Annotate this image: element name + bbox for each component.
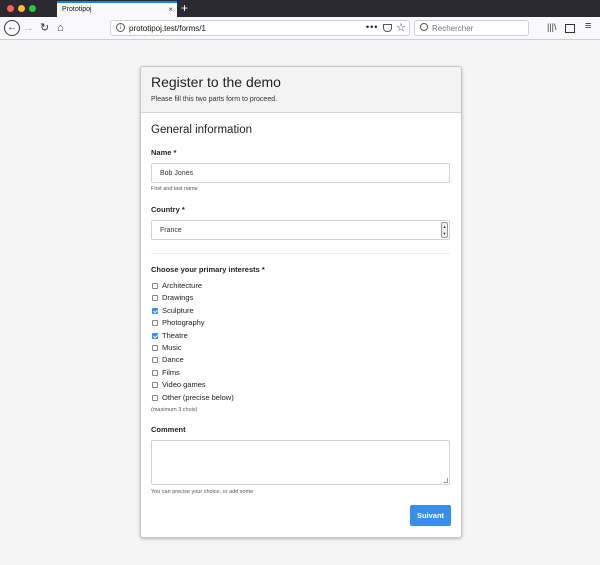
interests-label: Choose your primary interests * [151, 265, 265, 274]
interest-checkbox[interactable] [152, 283, 158, 289]
country-label: Country * [151, 205, 185, 214]
interest-checkbox[interactable] [152, 320, 158, 327]
interests-help: (maximum 3 choix) [151, 407, 198, 413]
back-icon[interactable]: ← [4, 20, 20, 36]
section-title: General information [151, 124, 252, 136]
interest-checkbox[interactable] [152, 394, 158, 401]
interest-checkbox[interactable] [152, 369, 158, 376]
browser-tab[interactable]: Prototipoj × [57, 1, 177, 17]
interest-checkbox[interactable] [152, 345, 158, 351]
interest-option-label[interactable]: Video games [162, 380, 206, 389]
chevron-updown-icon: ▲ ▼ [441, 222, 448, 238]
browser-navbar: ← → ↻ ⌂ i prototipoj.test/forms/1 ••• ☆ … [0, 17, 600, 40]
comment-textarea[interactable] [151, 440, 450, 485]
close-window-button[interactable] [7, 5, 14, 12]
search-icon [420, 23, 428, 31]
url-text[interactable]: prototipoj.test/forms/1 [129, 24, 206, 33]
maximize-window-button[interactable] [29, 5, 36, 12]
comment-help: You can precise your choice, or add some [151, 489, 254, 495]
sidebar-icon[interactable] [565, 24, 575, 33]
search-placeholder: Rechercher [432, 24, 474, 33]
info-icon[interactable]: i [116, 23, 125, 32]
next-button[interactable]: Suivant [410, 505, 451, 526]
interest-option-label[interactable]: Photography [162, 318, 205, 327]
interest-option-label[interactable]: Drawings [162, 293, 193, 302]
interest-checkbox[interactable] [152, 307, 158, 314]
interest-checkbox[interactable] [152, 295, 158, 302]
name-label: Name * [151, 148, 177, 157]
interest-option-label[interactable]: Architecture [162, 281, 202, 290]
interest-option-label[interactable]: Theatre [162, 331, 188, 340]
interest-option-label[interactable]: Music [162, 343, 182, 352]
country-select[interactable]: France ▲ ▼ [151, 220, 450, 240]
interest-option-label[interactable]: Sculpture [162, 306, 194, 315]
pocket-icon[interactable] [383, 24, 392, 32]
interest-option-label[interactable]: Other (precise below) [162, 393, 234, 402]
library-icon[interactable]: |||\ [547, 22, 557, 32]
tab-close-icon[interactable]: × [168, 5, 173, 14]
name-input[interactable]: Bob Jones [151, 163, 450, 183]
tab-title: Prototipoj [62, 6, 92, 13]
interest-option-label[interactable]: Dance [162, 355, 184, 364]
card-header: Register to the demo Please fill this tw… [141, 67, 461, 113]
name-help: First and last name [151, 186, 198, 192]
menu-icon[interactable]: ≡ [585, 20, 591, 32]
reload-icon[interactable]: ↻ [40, 21, 49, 35]
new-tab-button[interactable]: + [181, 1, 188, 15]
forward-icon[interactable]: → [23, 21, 34, 35]
interest-checkbox[interactable] [152, 332, 158, 339]
bookmark-star-icon[interactable]: ☆ [396, 21, 406, 34]
search-bar[interactable]: Rechercher [414, 20, 529, 36]
register-form-card: Register to the demo Please fill this tw… [140, 66, 462, 538]
url-bar[interactable]: i prototipoj.test/forms/1 ••• ☆ [110, 20, 410, 36]
page-subtitle: Please fill this two parts form to proce… [151, 96, 278, 103]
resize-grip-icon[interactable] [443, 478, 448, 483]
home-icon[interactable]: ⌂ [57, 21, 64, 35]
comment-label: Comment [151, 425, 186, 434]
interest-option-label[interactable]: Films [162, 368, 180, 377]
page-actions-icon[interactable]: ••• [366, 22, 378, 32]
interest-checkbox[interactable] [152, 382, 158, 389]
divider [151, 253, 450, 254]
minimize-window-button[interactable] [18, 5, 25, 12]
interest-checkbox[interactable] [152, 357, 158, 364]
page-title: Register to the demo [151, 74, 281, 90]
country-selected-value: France [160, 227, 182, 234]
browser-titlebar: Prototipoj × + [0, 0, 600, 17]
